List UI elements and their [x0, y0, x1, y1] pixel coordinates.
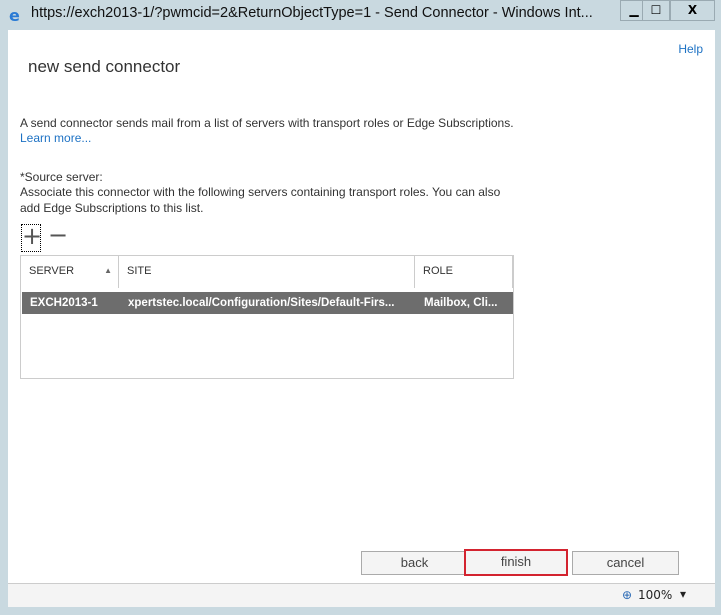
status-bar: ⊕ 100% ▾	[8, 583, 715, 607]
back-button[interactable]: back	[361, 551, 468, 575]
column-header-role[interactable]: ROLE	[415, 256, 513, 288]
ie-logo-icon: e	[9, 6, 20, 25]
source-desc-1: Associate this connector with the follow…	[20, 185, 501, 199]
remove-button[interactable]: −	[48, 223, 68, 247]
window-title: https://exch2013-1/?pwmcid=2&ReturnObjec…	[31, 5, 593, 21]
learn-more-link[interactable]: Learn more...	[20, 131, 91, 146]
finish-button[interactable]: finish	[464, 549, 568, 576]
cell-role: Mailbox, Cli...	[424, 297, 498, 309]
table-row[interactable]: EXCH2013-1 xpertstec.local/Configuration…	[22, 292, 513, 314]
cell-server: EXCH2013-1	[30, 297, 98, 309]
help-link[interactable]: Help	[678, 42, 703, 56]
zoom-dropdown-icon[interactable]: ▾	[680, 587, 686, 601]
source-desc-2: add Edge Subscriptions to this list.	[20, 201, 204, 215]
title-bar: e https://exch2013-1/?pwmcid=2&ReturnObj…	[0, 0, 721, 30]
intro-text: A send connector sends mail from a list …	[20, 116, 514, 130]
dialog-content: Help new send connector A send connector…	[8, 30, 715, 583]
sort-ascending-icon: ▲	[104, 266, 112, 275]
page-title: new send connector	[28, 57, 181, 76]
add-button[interactable]: +	[21, 224, 42, 252]
cell-site: xpertstec.local/Configuration/Sites/Defa…	[128, 297, 395, 309]
server-grid: SERVER ▲ SITE ROLE EXCH2013-1 xpertstec.l…	[20, 255, 514, 379]
source-server-label: *Source server:	[20, 170, 103, 184]
column-header-site[interactable]: SITE	[119, 256, 415, 288]
maximize-button[interactable]: ☐	[642, 0, 670, 21]
close-button[interactable]: X	[670, 0, 715, 21]
cancel-button[interactable]: cancel	[572, 551, 679, 575]
column-header-server[interactable]: SERVER ▲	[21, 256, 119, 288]
zoom-icon: ⊕	[622, 588, 633, 602]
zoom-level[interactable]: 100%	[638, 588, 672, 602]
